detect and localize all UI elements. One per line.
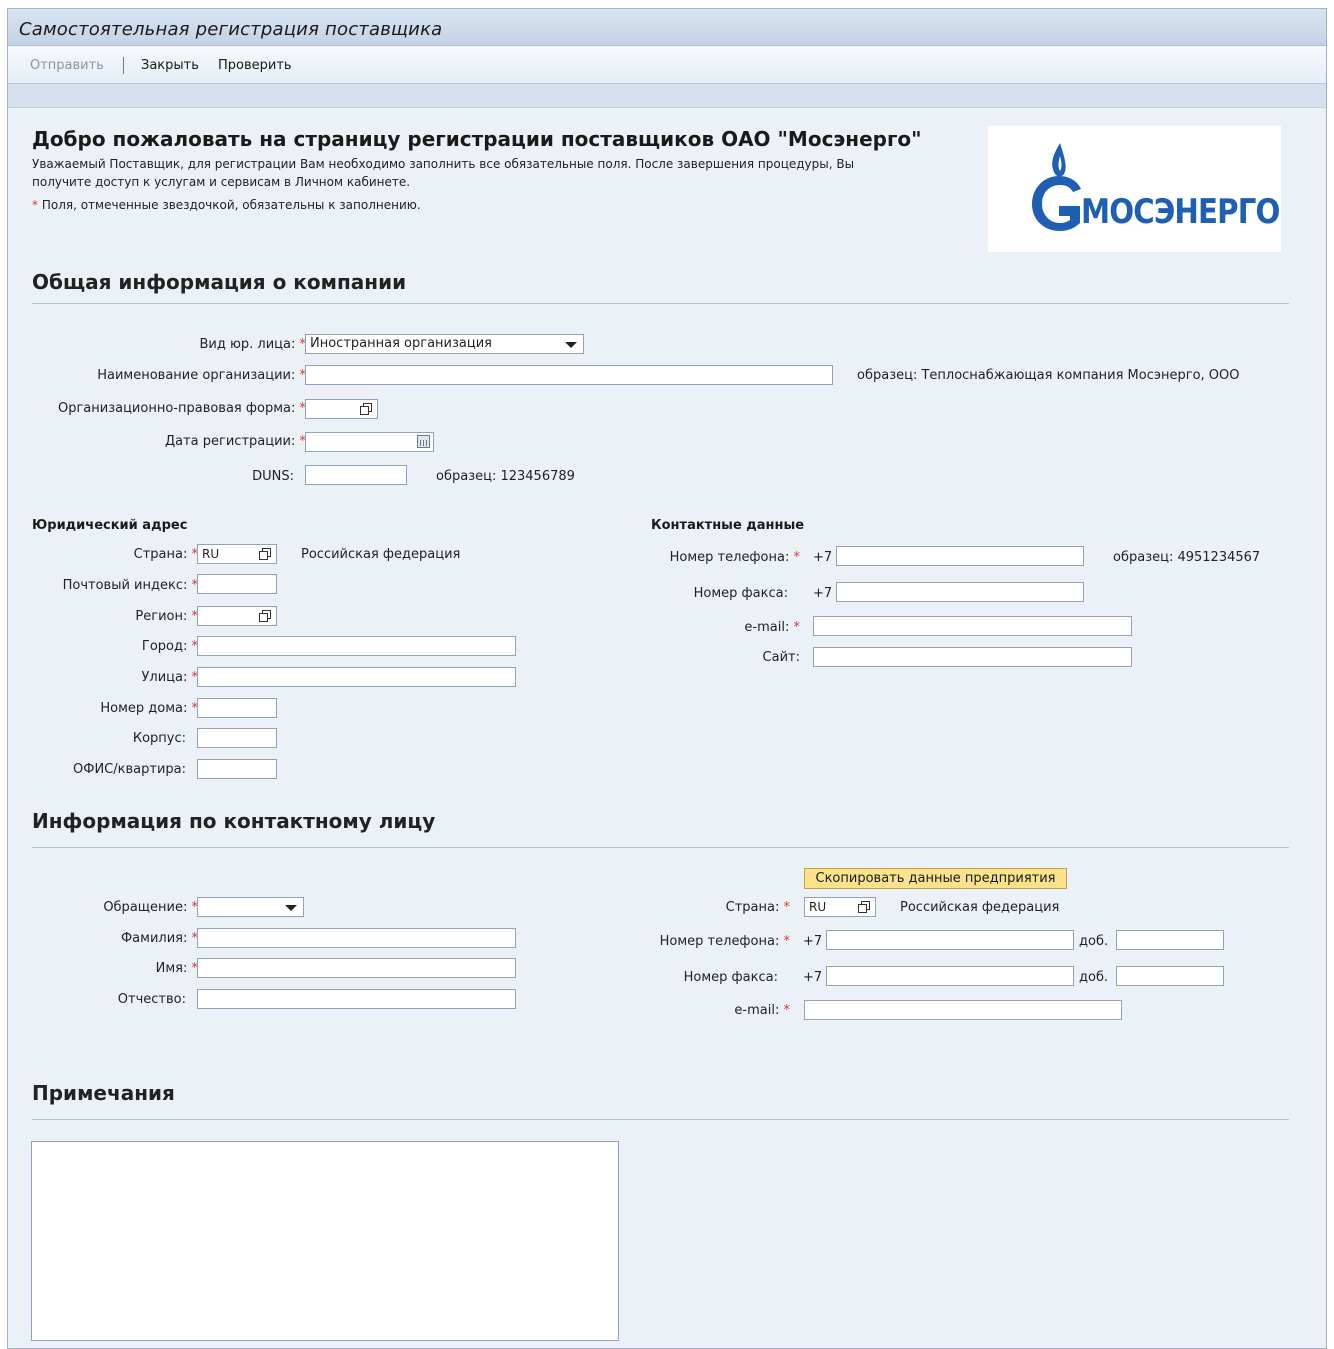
house-input[interactable] — [197, 698, 277, 718]
salutation-label: Обращение: * — [103, 900, 198, 915]
notes-section-title: Примечания — [32, 1081, 175, 1105]
zip-label: Почтовый индекс: * — [62, 578, 198, 593]
chevron-down-icon — [285, 905, 297, 911]
value-help-icon[interactable] — [259, 610, 271, 622]
legal-form-label: Организационно-правовая форма: * — [57, 401, 306, 416]
phone-label: Номер телефона: * — [669, 550, 800, 565]
firstname-input[interactable] — [197, 958, 516, 978]
toolbar-strip — [8, 84, 1326, 108]
person-fax-ext-label: доб. — [1079, 970, 1109, 985]
window-title: Самостоятельная регистрация поставщика — [19, 19, 443, 40]
office-input[interactable] — [197, 759, 277, 779]
page-title: Добро пожаловать на страницу регистрации… — [32, 127, 922, 151]
phone-prefix: +7 — [813, 550, 833, 565]
email-label: e-mail: * — [744, 620, 800, 635]
mosenergo-logo: МОСЭНЕРГО — [988, 126, 1281, 252]
duns-label: DUNS: — [252, 469, 294, 484]
toolbar-separator — [123, 57, 124, 74]
address-country-name: Российская федерация — [301, 547, 461, 562]
reg-date-label: Дата регистрации: * — [164, 434, 306, 449]
site-input[interactable] — [813, 647, 1132, 667]
address-country-label: Страна: * — [133, 547, 198, 562]
street-input[interactable] — [197, 667, 516, 687]
notes-textarea[interactable] — [31, 1141, 619, 1341]
company-section-title: Общая информация о компании — [32, 270, 407, 294]
copy-company-data-button[interactable]: Скопировать данные предприятия — [804, 868, 1067, 889]
duns-input[interactable] — [305, 465, 407, 485]
contacts-section-title: Контактные данные — [651, 518, 805, 533]
phone-hint: образец: 4951234567 — [1113, 550, 1261, 565]
calendar-icon[interactable] — [417, 435, 430, 448]
person-fax-ext-input[interactable] — [1116, 966, 1224, 986]
city-label: Город: * — [141, 639, 198, 654]
building-input[interactable] — [197, 728, 277, 748]
close-button[interactable]: Закрыть — [141, 58, 199, 73]
flame-g-icon — [1032, 143, 1081, 231]
required-note: * Поля, отмеченные звездочкой, обязатель… — [32, 198, 421, 212]
fax-prefix: +7 — [813, 586, 833, 601]
org-name-label: Наименование организации: * — [97, 368, 306, 383]
intro-line-1: Уважаемый Поставщик, для регистрации Вам… — [32, 157, 855, 171]
value-help-icon[interactable] — [360, 403, 372, 415]
street-label: Улица: * — [141, 670, 198, 685]
intro-line-2: получите доступ к услугам и сервисам в Л… — [32, 175, 411, 189]
toolbar: Отправить Закрыть Проверить — [8, 46, 1326, 84]
org-name-input[interactable] — [305, 365, 833, 385]
email-input[interactable] — [813, 616, 1132, 636]
value-help-icon[interactable] — [858, 901, 870, 913]
duns-hint: образец: 123456789 — [436, 469, 575, 484]
region-label: Регион: * — [135, 609, 198, 624]
window-titlebar: Самостоятельная регистрация поставщика — [8, 9, 1326, 46]
salutation-select[interactable] — [197, 897, 304, 917]
person-country-name: Российская федерация — [900, 900, 1060, 915]
person-phone-prefix: +7 — [803, 934, 823, 949]
site-label: Сайт: — [762, 650, 800, 665]
check-button[interactable]: Проверить — [218, 58, 292, 73]
divider — [32, 1119, 1289, 1120]
fax-input[interactable] — [836, 582, 1084, 602]
person-fax-prefix: +7 — [803, 970, 823, 985]
divider — [32, 847, 1289, 848]
legal-type-select[interactable]: Иностранная организация — [305, 334, 584, 354]
lastname-label: Фамилия: * — [120, 931, 198, 946]
person-fax-label: Номер факса: — [683, 970, 778, 985]
send-button[interactable]: Отправить — [30, 58, 104, 73]
person-phone-label: Номер телефона: * — [659, 934, 790, 949]
building-label: Корпус: — [132, 731, 186, 746]
office-label: ОФИС/квартира: — [73, 762, 186, 777]
person-phone-input[interactable] — [826, 930, 1074, 950]
registration-window: Самостоятельная регистрация поставщика О… — [7, 8, 1327, 1349]
lastname-input[interactable] — [197, 928, 516, 948]
zip-input[interactable] — [197, 574, 277, 594]
phone-input[interactable] — [836, 546, 1084, 566]
firstname-label: Имя: * — [155, 961, 198, 976]
chevron-down-icon — [565, 342, 577, 348]
house-label: Номер дома: * — [100, 701, 198, 716]
reg-date-input[interactable] — [305, 432, 434, 452]
logo-text: МОСЭНЕРГО — [1081, 192, 1280, 232]
legal-type-label: Вид юр. лица: * — [199, 337, 306, 352]
city-input[interactable] — [197, 636, 516, 656]
middlename-input[interactable] — [197, 989, 516, 1009]
person-email-label: e-mail: * — [734, 1003, 790, 1018]
person-fax-input[interactable] — [826, 966, 1074, 986]
middlename-label: Отчество: — [117, 992, 186, 1007]
value-help-icon[interactable] — [259, 548, 271, 560]
address-section-title: Юридический адрес — [32, 518, 188, 533]
fax-label: Номер факса: — [693, 586, 788, 601]
person-phone-ext-label: доб. — [1079, 934, 1109, 949]
person-phone-ext-input[interactable] — [1116, 930, 1224, 950]
person-email-input[interactable] — [804, 1000, 1122, 1020]
divider — [32, 303, 1289, 304]
org-name-hint: образец: Теплоснабжающая компания Мосэне… — [857, 368, 1240, 383]
person-section-title: Информация по контактному лицу — [32, 809, 436, 833]
person-country-label: Страна: * — [725, 900, 790, 915]
